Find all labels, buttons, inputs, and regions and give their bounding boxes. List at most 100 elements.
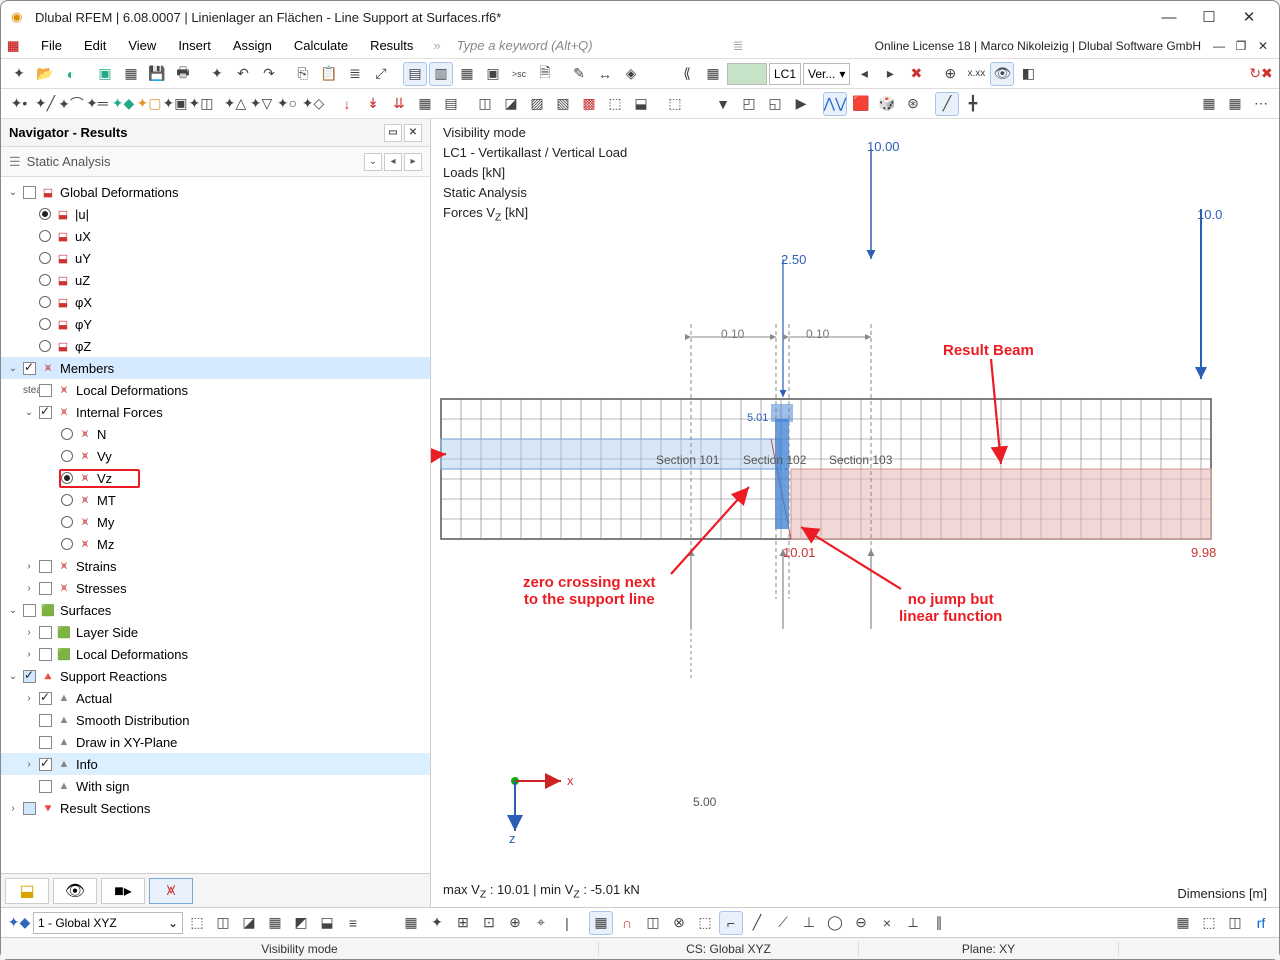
rf-icon[interactable]: rf — [1249, 911, 1273, 935]
solid-icon[interactable]: ✦▣ — [163, 92, 187, 116]
layer-icon[interactable]: ⬚ — [1197, 911, 1221, 935]
mdi-restore[interactable]: ❐ — [1231, 39, 1251, 53]
cs-icon[interactable]: ✦◆ — [7, 911, 31, 935]
res4-icon[interactable]: ▧ — [551, 92, 575, 116]
node-icon[interactable]: ✦• — [7, 92, 31, 116]
tree-n[interactable]: N — [97, 427, 106, 442]
grid-icon[interactable]: ▦ — [119, 62, 143, 86]
osnap9-icon[interactable]: ⊥ — [797, 911, 821, 935]
tree-mt[interactable]: MT — [97, 493, 116, 508]
menu-view[interactable]: View — [118, 36, 166, 55]
menu-calculate[interactable]: Calculate — [284, 36, 358, 55]
snap4-icon[interactable]: ⊡ — [477, 911, 501, 935]
table1-icon[interactable]: ▤ — [403, 62, 427, 86]
tree-phiz[interactable]: φZ — [75, 339, 91, 354]
tree-my[interactable]: My — [97, 515, 114, 530]
clip2-icon[interactable]: ◱ — [763, 92, 787, 116]
doc-icon[interactable]: 🗎 — [533, 62, 557, 86]
member-icon[interactable]: ✦═ — [85, 92, 109, 116]
tree-layer-side[interactable]: Layer Side — [76, 625, 138, 640]
tree-ux[interactable]: uX — [75, 229, 91, 244]
grid3-icon[interactable]: ▦ — [1171, 911, 1195, 935]
bt6-icon[interactable]: ⬓ — [315, 911, 339, 935]
block-icon[interactable]: ▣ — [93, 62, 117, 86]
osnap2-icon[interactable]: ∩ — [615, 911, 639, 935]
lc-code-combo[interactable]: LC1 — [769, 63, 801, 85]
snap1-icon[interactable]: ▦ — [399, 911, 423, 935]
load5-icon[interactable]: ▤ — [439, 92, 463, 116]
menu-results[interactable]: Results — [360, 36, 423, 55]
tree-surfaces[interactable]: Surfaces — [60, 603, 111, 618]
snap7-icon[interactable]: | — [555, 911, 579, 935]
paste-icon[interactable]: 📋 — [317, 62, 341, 86]
analysis-dropdown-icon[interactable]: ⌄ — [364, 153, 382, 171]
analysis-prev-icon[interactable]: ◂ — [384, 153, 402, 171]
menu-file[interactable]: File — [31, 36, 72, 55]
bt7-icon[interactable]: ≡ — [341, 911, 365, 935]
redo-icon[interactable]: ↷ — [257, 62, 281, 86]
copy-icon[interactable]: ⎘ — [291, 62, 315, 86]
tree-local-def2[interactable]: Local Deformations — [76, 647, 188, 662]
snap2-icon[interactable]: ✦ — [425, 911, 449, 935]
hinge-icon[interactable]: ✦○ — [275, 92, 299, 116]
osnap3-icon[interactable]: ◫ — [641, 911, 665, 935]
tree-global-def[interactable]: Global Deformations — [60, 185, 179, 200]
lc-prev-icon[interactable]: ◂ — [852, 62, 876, 86]
release-icon[interactable]: ✦◇ — [301, 92, 325, 116]
opening-icon[interactable]: ✦▢ — [137, 92, 161, 116]
arc-icon[interactable]: ✦⌒ — [59, 92, 83, 116]
lc-next-icon[interactable]: ▸ — [878, 62, 902, 86]
bt4-icon[interactable]: ▦ — [263, 911, 287, 935]
bt5-icon[interactable]: ◩ — [289, 911, 313, 935]
clip3-icon[interactable]: ▶ — [789, 92, 813, 116]
scale-icon[interactable]: ⊛ — [901, 92, 925, 116]
model-viewport[interactable]: Visibility mode LC1 - Vertikallast / Ver… — [431, 119, 1279, 907]
print-icon[interactable]: 🖶 — [171, 62, 195, 86]
save-icon[interactable]: 💾 — [145, 62, 169, 86]
close-button[interactable]: ✕ — [1229, 8, 1269, 26]
menu-edit[interactable]: Edit — [74, 36, 116, 55]
view1-icon[interactable]: ⬚ — [663, 92, 687, 116]
new-icon[interactable]: ✦ — [7, 62, 31, 86]
set-icon[interactable]: ✦◫ — [189, 92, 213, 116]
lc-nav1-icon[interactable]: ⟪ — [675, 62, 699, 86]
res5-icon[interactable]: ▩ — [577, 92, 601, 116]
osnap5-icon[interactable]: ⬚ — [693, 911, 717, 935]
comment-icon[interactable]: ◈ — [619, 62, 643, 86]
grid2-icon[interactable]: ▦ — [1223, 92, 1247, 116]
measure-icon[interactable]: ✎ — [567, 62, 591, 86]
iso-icon[interactable]: 🟥 — [849, 92, 873, 116]
render-icon[interactable]: 🎲 — [875, 92, 899, 116]
table2-icon[interactable]: ▥ — [429, 62, 453, 86]
mdi-minimize[interactable]: — — [1209, 39, 1229, 53]
analysis-type-label[interactable]: Static Analysis — [27, 154, 111, 169]
load2-icon[interactable]: ↡ — [361, 92, 385, 116]
osnap10-icon[interactable]: ◯ — [823, 911, 847, 935]
panel-icon[interactable]: ▣ — [481, 62, 505, 86]
lc-icon[interactable]: ▦ — [701, 62, 725, 86]
keyword-search[interactable]: Type a keyword (Alt+Q) — [451, 38, 731, 53]
zoom-icon[interactable]: ⊕ — [938, 62, 962, 86]
line-icon[interactable]: ✦╱ — [33, 92, 57, 116]
osnap14-icon[interactable]: ∥ — [927, 911, 951, 935]
maximize-button[interactable]: ☐ — [1189, 8, 1229, 26]
snap5-icon[interactable]: ⊕ — [503, 911, 527, 935]
nav-float-icon[interactable]: ▭ — [384, 124, 402, 142]
osnap1-icon[interactable]: ▦ — [589, 911, 613, 935]
osnap13-icon[interactable]: ⟂ — [901, 911, 925, 935]
menu-insert[interactable]: Insert — [168, 36, 221, 55]
axis2-icon[interactable]: ╋ — [961, 92, 985, 116]
tree-members[interactable]: Members — [60, 361, 114, 376]
bt2-icon[interactable]: ◫ — [211, 911, 235, 935]
nav-tab-video-icon[interactable]: ■▸ — [101, 878, 145, 904]
tree-uy[interactable]: uY — [75, 251, 91, 266]
vis-icon[interactable]: ◧ — [1016, 62, 1040, 86]
more-icon[interactable]: ⋯ — [1249, 92, 1273, 116]
analysis-next-icon[interactable]: ▸ — [404, 153, 422, 171]
cloud-icon[interactable]: ◐ — [59, 62, 83, 86]
new-section-icon[interactable]: ✦ — [205, 62, 229, 86]
table3-icon[interactable]: ▦ — [455, 62, 479, 86]
tree-drawxy[interactable]: Draw in XY-Plane — [76, 735, 177, 750]
nav-tab-show-icon[interactable]: 👁 — [53, 878, 97, 904]
osnap12-icon[interactable]: × — [875, 911, 899, 935]
